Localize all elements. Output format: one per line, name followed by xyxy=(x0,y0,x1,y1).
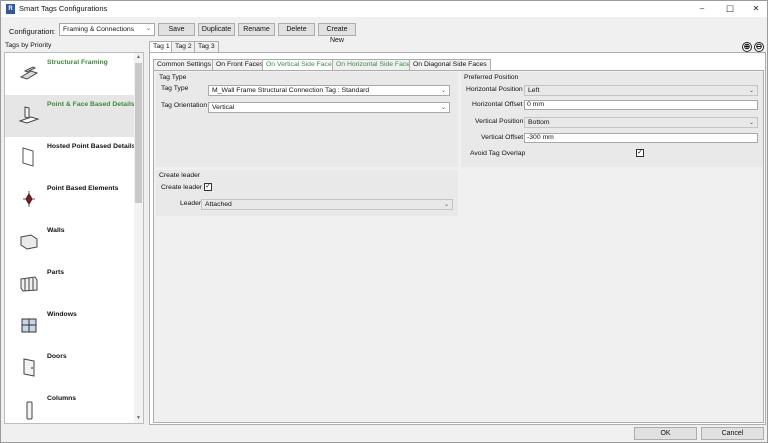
tab-common-settings[interactable]: Common Settings xyxy=(153,59,216,70)
tag-panel: Common Settings On Front Faces On Vertic… xyxy=(149,52,766,425)
tag-orientation-select[interactable]: Vertical ⌄ xyxy=(208,102,450,113)
point-element-icon xyxy=(23,191,35,207)
horizontal-position-select[interactable]: Left ⌄ xyxy=(524,85,758,96)
vertical-position-value: Bottom xyxy=(528,119,550,126)
chevron-down-icon: ⌄ xyxy=(440,88,446,94)
sidebar-item-label: Windows xyxy=(47,311,77,318)
sidebar-item-label: Walls xyxy=(47,227,65,234)
title-bar: R Smart Tags Configurations – ☐ ✕ xyxy=(1,1,767,17)
configuration-value: Framing & Connections xyxy=(63,26,135,33)
tab-tag-1[interactable]: Tag 1 xyxy=(149,41,174,52)
configuration-select[interactable]: Framing & Connections ⌄ xyxy=(59,23,155,36)
create-leader-group: Create leader Create leader ✓ Leader Att… xyxy=(156,170,458,216)
sidebar-item-label: Point & Face Based Details xyxy=(47,101,135,108)
tag-type-value: M_Wall Frame Structural Connection Tag :… xyxy=(212,87,370,94)
sidebar-item-hosted-point-details[interactable]: Hosted Point Based Details xyxy=(5,137,136,179)
vertical-offset-input[interactable]: -300 mm xyxy=(524,133,758,143)
avoid-overlap-checkbox[interactable]: ✓ xyxy=(636,149,644,157)
sidebar-item-point-face-details[interactable]: Point & Face Based Details xyxy=(5,95,136,137)
leader-label: Leader xyxy=(180,200,202,207)
sidebar-item-label: Columns xyxy=(47,395,77,402)
leader-value: Attached xyxy=(205,201,232,208)
remove-tag-icon[interactable]: ⊖ xyxy=(754,42,764,52)
chevron-down-icon: ⌄ xyxy=(443,202,449,208)
sidebar-item-point-elements[interactable]: Point Based Elements xyxy=(5,179,136,221)
sidebar-scrollbar[interactable]: ▲ ▼ xyxy=(134,53,143,423)
window-title: Smart Tags Configurations xyxy=(19,4,108,13)
tag-type-group: Tag Type Tag Type M_Wall Frame Structura… xyxy=(156,72,458,167)
sidebar-item-doors[interactable]: Doors xyxy=(5,347,136,389)
sidebar-item-label: Structural Framing xyxy=(47,59,108,66)
tag-orientation-value: Vertical xyxy=(212,104,235,111)
sidebar-item-structural-framing[interactable]: Structural Framing xyxy=(5,53,136,95)
scroll-thumb[interactable] xyxy=(135,63,142,203)
door-icon xyxy=(23,358,35,377)
minimize-button[interactable]: – xyxy=(688,1,716,17)
close-button[interactable]: ✕ xyxy=(742,1,768,17)
sidebar-item-label: Doors xyxy=(47,353,67,360)
face-settings-panel: Tag Type Tag Type M_Wall Frame Structura… xyxy=(153,70,764,423)
vertical-position-label: Vertical Position xyxy=(475,118,524,125)
column-icon xyxy=(26,401,33,420)
scroll-up-icon[interactable]: ▲ xyxy=(134,53,143,62)
window-icon xyxy=(21,318,37,333)
preferred-position-title: Preferred Position xyxy=(464,74,519,81)
maximize-button[interactable]: ☐ xyxy=(716,1,744,17)
sidebar-item-windows[interactable]: Windows xyxy=(5,305,136,347)
configuration-colon: : xyxy=(53,27,56,36)
add-tag-icon[interactable]: ⊕ xyxy=(742,42,752,52)
tab-front-faces[interactable]: On Front Faces xyxy=(212,59,268,70)
horizontal-position-label: Horizontal Position xyxy=(466,86,523,93)
sidebar-header: Tags by Priority xyxy=(5,42,52,49)
tag-type-group-title: Tag Type xyxy=(159,74,187,81)
create-leader-title: Create leader xyxy=(159,172,201,179)
horizontal-position-value: Left xyxy=(528,87,540,94)
duplicate-button[interactable]: Duplicate xyxy=(198,23,235,36)
configuration-label: Configuration xyxy=(9,27,54,36)
chevron-down-icon: ⌄ xyxy=(748,88,754,94)
preferred-position-group: Preferred Position Horizontal Position L… xyxy=(461,72,763,167)
leader-select[interactable]: Attached ⌄ xyxy=(201,199,453,210)
create-new-button[interactable]: Create New xyxy=(318,23,356,44)
structural-framing-icon xyxy=(19,66,39,80)
tag-type-select[interactable]: M_Wall Frame Structural Connection Tag :… xyxy=(208,85,450,96)
detail-icon xyxy=(18,106,40,124)
vertical-position-select[interactable]: Bottom ⌄ xyxy=(524,117,758,128)
priority-list[interactable]: Structural Framing Point & Face Based De… xyxy=(4,52,144,424)
sidebar-item-label: Parts xyxy=(47,269,65,276)
scroll-down-icon[interactable]: ▼ xyxy=(134,414,143,423)
revit-app-icon: R xyxy=(6,4,15,14)
horizontal-offset-input[interactable]: 0 mm xyxy=(524,100,758,110)
vertical-offset-label: Vertical Offset xyxy=(481,134,524,141)
window: R Smart Tags Configurations – ☐ ✕ Config… xyxy=(0,0,768,443)
sidebar-item-walls[interactable]: Walls xyxy=(5,221,136,263)
tag-type-label: Tag Type xyxy=(161,85,189,92)
wall-icon xyxy=(20,234,38,250)
tab-diagonal-side-faces[interactable]: On Diagonal Side Faces xyxy=(409,59,491,70)
tab-tag-2[interactable]: Tag 2 xyxy=(171,41,196,52)
create-leader-label: Create leader xyxy=(161,184,203,191)
tab-tag-3[interactable]: Tag 3 xyxy=(194,41,219,52)
avoid-overlap-label: Avoid Tag Overlap xyxy=(470,150,526,157)
hosted-detail-icon xyxy=(22,147,34,167)
create-leader-checkbox[interactable]: ✓ xyxy=(204,183,212,191)
horizontal-offset-label: Horizontal Offset xyxy=(472,101,523,108)
sidebar-item-label: Hosted Point Based Details xyxy=(47,143,136,150)
tag-orientation-label: Tag Orientation xyxy=(161,102,208,109)
tab-vertical-side-faces[interactable]: On Vertical Side Faces xyxy=(262,59,340,70)
sidebar-item-parts[interactable]: Parts xyxy=(5,263,136,305)
save-button[interactable]: Save xyxy=(158,23,195,36)
parts-icon xyxy=(20,276,38,292)
cancel-button[interactable]: Cancel xyxy=(701,427,764,440)
chevron-down-icon: ⌄ xyxy=(440,105,446,111)
chevron-down-icon: ⌄ xyxy=(145,26,151,32)
sidebar-item-columns[interactable]: Columns xyxy=(5,389,136,423)
sidebar-item-label: Point Based Elements xyxy=(47,185,119,192)
ok-button[interactable]: OK xyxy=(634,427,697,440)
tab-horizontal-side-faces[interactable]: On Horizontal Side Faces xyxy=(332,59,418,70)
delete-button[interactable]: Delete xyxy=(278,23,315,36)
rename-button[interactable]: Rename xyxy=(238,23,275,36)
chevron-down-icon: ⌄ xyxy=(748,120,754,126)
